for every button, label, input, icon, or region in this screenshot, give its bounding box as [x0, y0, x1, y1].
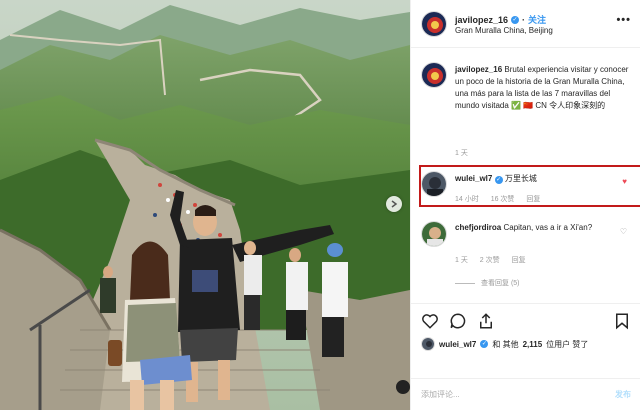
liker-username[interactable]: wulei_wl7 — [439, 340, 476, 349]
follow-button[interactable]: 关注 — [528, 13, 546, 26]
liked-heart-icon[interactable]: ♥ — [622, 177, 627, 186]
great-wall-photo — [0, 0, 410, 410]
likes-count[interactable]: 2,115 — [523, 340, 543, 349]
comment-avatar[interactable] — [421, 171, 447, 197]
heart-icon[interactable]: ♡ — [620, 227, 627, 236]
comment-meta: 14 小时 16 次赞 回复 — [455, 194, 550, 204]
add-comment-bar: 添加评论... 发布 — [411, 378, 640, 410]
view-replies-link[interactable]: 查看回复 (5) — [455, 278, 520, 288]
location-link[interactable]: Gran Muralla China, Beijing — [455, 26, 553, 35]
reply-button[interactable]: 回复 — [512, 257, 526, 264]
post-side-panel: javilopez_16 ✓ · 关注 Gran Muralla China, … — [410, 0, 640, 410]
avatar[interactable] — [421, 11, 447, 37]
comment-time: 14 小时 — [455, 196, 479, 203]
caption-text: javilopez_16 Brutal experiencia visitar … — [455, 64, 631, 112]
avatar-image — [422, 63, 446, 87]
comment-text: wulei_wl7 ✓ 万里长城 — [455, 173, 605, 185]
chevron-right-icon — [391, 200, 398, 208]
comment-text: chefjordiroa Capitan, vas a ir a Xi'an? — [455, 222, 605, 234]
post-header: javilopez_16 ✓ · 关注 Gran Muralla China, … — [411, 0, 640, 48]
next-photo-button[interactable] — [386, 196, 402, 212]
post-comment-button[interactable]: 发布 — [615, 389, 631, 400]
action-bar — [411, 303, 640, 339]
header-username[interactable]: javilopez_16 — [455, 15, 508, 25]
edge-indicator — [396, 380, 410, 394]
caption-time: 1 天 — [455, 150, 468, 157]
comment-likes[interactable]: 2 次赞 — [480, 257, 500, 264]
more-options-icon[interactable]: ••• — [616, 14, 631, 26]
avatar-image — [422, 222, 446, 246]
heart-icon[interactable] — [421, 312, 439, 330]
likes-summary: wulei_wl7 ✓ 和 其他 2,115 位用户 赞了 — [421, 337, 588, 351]
header-user: javilopez_16 ✓ · 关注 — [455, 13, 547, 26]
avatar-image — [422, 338, 434, 350]
bookmark-icon[interactable] — [613, 312, 631, 330]
post-photo[interactable] — [0, 0, 410, 410]
comment-avatar[interactable] — [421, 221, 447, 247]
share-icon[interactable] — [477, 312, 495, 330]
comment-time: 1 天 — [455, 257, 468, 264]
caption-username[interactable]: javilopez_16 — [455, 65, 502, 74]
verified-icon: ✓ — [511, 15, 520, 24]
liker-avatar[interactable] — [421, 337, 435, 351]
comment-likes[interactable]: 16 次赞 — [491, 196, 515, 203]
comment-username[interactable]: wulei_wl7 — [455, 174, 492, 183]
comment-meta: 1 天 2 次赞 回复 — [455, 255, 536, 265]
avatar-image — [422, 12, 446, 36]
reply-button[interactable]: 回复 — [526, 196, 540, 203]
comment-body: 万里长城 — [504, 174, 537, 183]
comment-body: Capitan, vas a ir a Xi'an? — [503, 223, 593, 232]
comment-input[interactable]: 添加评论... — [421, 389, 460, 400]
verified-icon: ✓ — [494, 176, 503, 184]
comment-username[interactable]: chefjordiroa — [455, 223, 501, 232]
verified-icon: ✓ — [480, 340, 489, 348]
comment-icon[interactable] — [449, 312, 467, 330]
caption-avatar[interactable] — [421, 62, 447, 88]
